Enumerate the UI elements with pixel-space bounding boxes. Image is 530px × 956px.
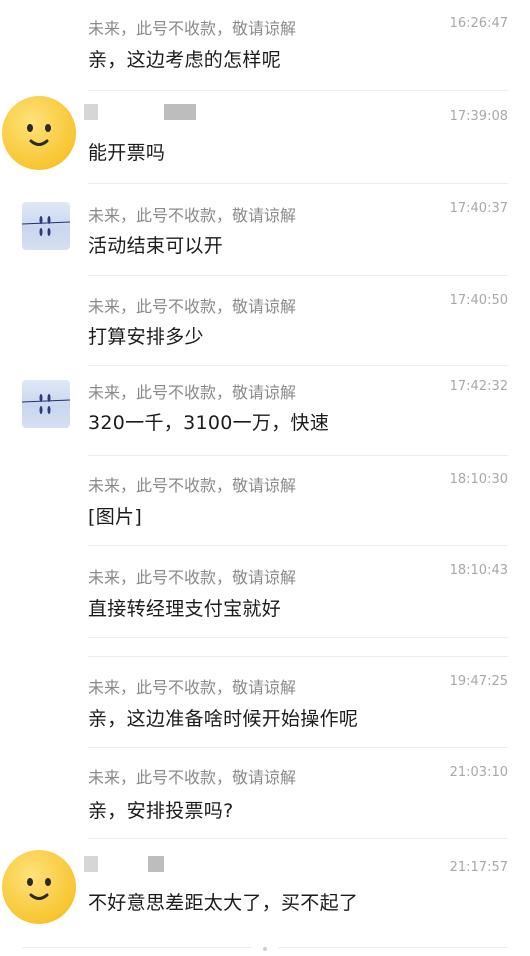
sender-name: 未来，此号不收款，敬请谅解: [88, 206, 297, 225]
redacted-name-block: [164, 104, 196, 120]
photo-thumbnail-icon: [22, 216, 70, 236]
sender-name: 未来，此号不收款，敬请谅解: [88, 297, 297, 316]
message-time: 18:10:43: [449, 563, 508, 578]
sender-name: 未来，此号不收款，敬请谅解: [88, 768, 297, 787]
message-item[interactable]: 17:39:08 能开票吗: [0, 92, 530, 184]
message-item[interactable]: 未来，此号不收款，敬请谅解 18:10:43 直接转经理支付宝就好: [0, 546, 530, 638]
message-text: [图片]: [88, 506, 143, 528]
message-item[interactable]: 未来，此号不收款，敬请谅解 17:40:37 活动结束可以开: [0, 184, 530, 276]
divider: [88, 90, 508, 91]
redacted-name-block: [84, 104, 98, 120]
message-text: 亲，安排投票吗?: [88, 800, 234, 822]
message-text: 活动结束可以开: [88, 235, 224, 257]
message-text: 能开票吗: [88, 142, 166, 164]
message-text: 亲，这边准备啥时候开始操作呢: [88, 708, 359, 730]
message-time: 18:10:30: [449, 472, 508, 487]
divider: [88, 637, 508, 638]
message-text: 直接转经理支付宝就好: [88, 598, 282, 620]
bottom-divider-right: [278, 947, 508, 948]
message-time: 17:40:37: [449, 201, 508, 216]
sender-name: 未来，此号不收款，敬请谅解: [88, 476, 297, 495]
smiley-emoji-avatar[interactable]: [2, 96, 76, 170]
message-time: 16:26:47: [449, 16, 508, 31]
message-text: 320一千，3100一万，快速: [88, 412, 330, 434]
message-text: 不好意思差距太大了，买不起了: [88, 892, 359, 914]
message-item[interactable]: 未来，此号不收款，敬请谅解 17:40:50 打算安排多少: [0, 276, 530, 368]
smiley-face-icon: [27, 124, 51, 146]
message-text: 亲，这边考虑的怎样呢: [88, 49, 282, 71]
message-item[interactable]: 未来，此号不收款，敬请谅解 18:10:30 [图片]: [0, 456, 530, 548]
redacted-name-block: [148, 856, 164, 872]
message-time: 19:47:25: [449, 674, 508, 689]
message-time: 17:42:32: [449, 379, 508, 394]
message-item[interactable]: 未来，此号不收款，敬请谅解 21:03:10 亲，安排投票吗?: [0, 748, 530, 840]
blue-photo-avatar[interactable]: [22, 380, 70, 428]
message-item[interactable]: 未来，此号不收款，敬请谅解 17:42:32 320一千，3100一万，快速: [0, 366, 530, 458]
page-indicator-dot: [263, 947, 267, 951]
sender-name: 未来，此号不收款，敬请谅解: [88, 568, 297, 587]
message-item[interactable]: 未来，此号不收款，敬请谅解 19:47:25 亲，这边准备啥时候开始操作呢: [0, 658, 530, 750]
divider: [88, 838, 508, 839]
message-text: 打算安排多少: [88, 326, 204, 348]
divider: [88, 656, 508, 657]
bottom-divider-left: [22, 947, 252, 948]
message-time: 21:17:57: [449, 860, 508, 875]
sender-name: 未来，此号不收款，敬请谅解: [88, 19, 297, 38]
smiley-emoji-avatar[interactable]: [2, 850, 76, 924]
sender-name: 未来，此号不收款，敬请谅解: [88, 383, 297, 402]
redacted-name-block: [84, 856, 98, 872]
message-time: 17:40:50: [449, 293, 508, 308]
message-item[interactable]: 未来，此号不收款，敬请谅解 16:26:47 亲，这边考虑的怎样呢: [0, 0, 530, 92]
smiley-face-icon: [27, 878, 51, 900]
message-time: 17:39:08: [449, 109, 508, 124]
sender-name: 未来，此号不收款，敬请谅解: [88, 678, 297, 697]
photo-thumbnail-icon: [22, 394, 70, 414]
message-time: 21:03:10: [449, 765, 508, 780]
blue-photo-avatar[interactable]: [22, 202, 70, 250]
message-item[interactable]: 21:17:57 不好意思差距太大了，买不起了: [0, 840, 530, 940]
